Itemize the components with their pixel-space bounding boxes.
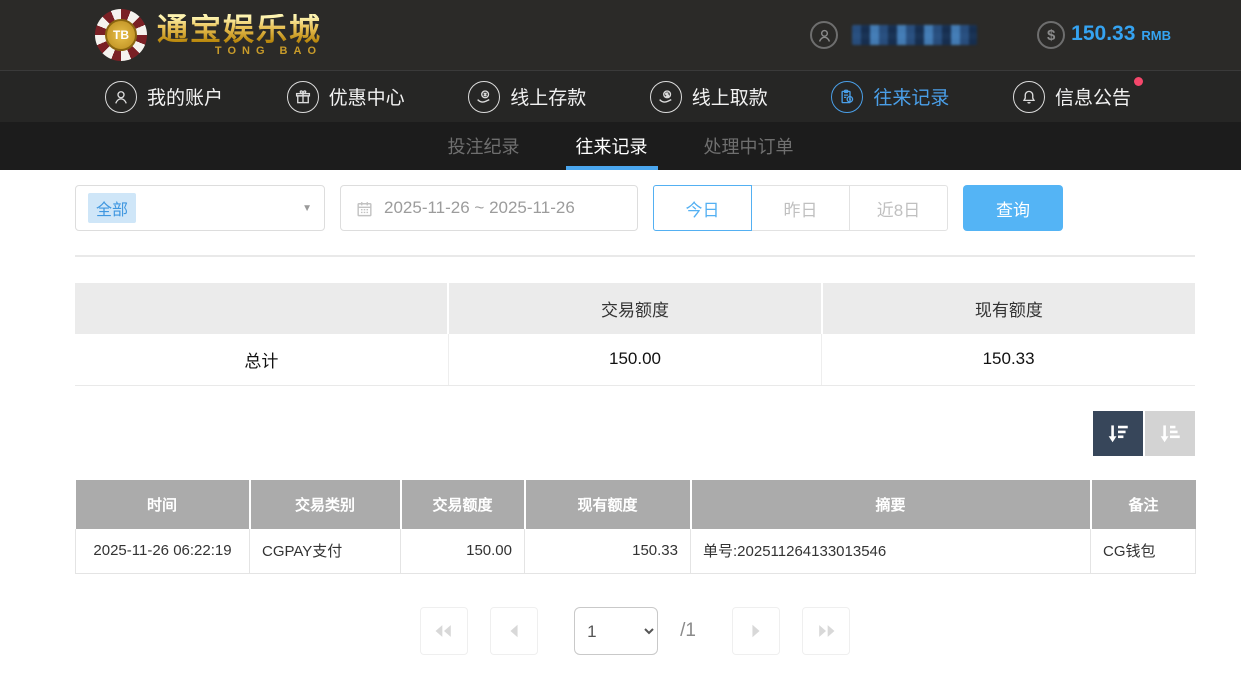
balance-amount: 150.33 bbox=[1071, 21, 1136, 45]
nav-label: 线上取款 bbox=[691, 88, 768, 109]
first-page-button[interactable] bbox=[420, 607, 469, 655]
col-current-balance: 现有额度 bbox=[524, 479, 692, 529]
today-button[interactable]: 今日 bbox=[653, 185, 752, 231]
tab-transaction-records[interactable]: 往来记录 bbox=[565, 122, 658, 170]
site-title: 通宝娱乐城 bbox=[157, 11, 322, 47]
tab-pending-orders[interactable]: 处理中订单 bbox=[700, 122, 798, 170]
tab-betting-records[interactable]: 投注纪录 bbox=[444, 122, 524, 170]
date-range-input[interactable]: 2025-11-26 ~ 2025-11-26 bbox=[340, 185, 638, 231]
bell-icon bbox=[1012, 80, 1045, 113]
summary-header-transaction-amount: 交易额度 bbox=[448, 283, 823, 334]
sort-ascending-button[interactable] bbox=[1145, 410, 1195, 456]
nav-label: 往来记录 bbox=[873, 88, 950, 109]
next-page-button[interactable] bbox=[731, 607, 780, 655]
withdraw-coin-icon bbox=[649, 80, 682, 113]
summary-current-balance: 150.33 bbox=[821, 334, 1195, 386]
content-area: 全部 ▼ 2025-11-26 ~ 2025-11-26 今日 昨日 近8日 查… bbox=[0, 170, 1241, 655]
nav-item-deposit[interactable]: 线上存款 bbox=[468, 80, 587, 113]
cell-transaction-amount: 150.00 bbox=[400, 528, 525, 574]
gift-icon bbox=[286, 80, 319, 113]
section-divider bbox=[75, 255, 1195, 257]
last-8-days-button[interactable]: 近8日 bbox=[849, 185, 948, 231]
records-clipboard-icon bbox=[831, 80, 864, 113]
summary-table: 交易额度 现有额度 总计 150.00 150.33 bbox=[75, 283, 1195, 386]
sub-tab-bar: 投注纪录 往来记录 处理中订单 bbox=[0, 122, 1241, 170]
calendar-icon bbox=[357, 201, 372, 216]
chevron-down-icon: ▼ bbox=[302, 202, 312, 214]
cell-time: 2025-11-26 06:22:19 bbox=[75, 528, 250, 574]
summary-transaction-amount: 150.00 bbox=[448, 334, 823, 386]
last-page-button[interactable] bbox=[801, 607, 850, 655]
records-table: 时间 交易类别 交易额度 现有额度 摘要 备注 2025-11-26 06:22… bbox=[75, 479, 1196, 574]
col-time: 时间 bbox=[75, 479, 251, 529]
deposit-coin-icon bbox=[468, 80, 501, 113]
balance[interactable]: $ 150.33 RMB bbox=[1037, 21, 1171, 49]
nav-item-my-account[interactable]: 我的账户 bbox=[105, 80, 224, 113]
yesterday-button[interactable]: 昨日 bbox=[751, 185, 850, 231]
pagination: 1 /1 bbox=[75, 607, 1195, 655]
summary-header-empty bbox=[75, 283, 450, 334]
double-chevron-right-icon bbox=[819, 625, 835, 637]
type-select[interactable]: 全部 ▼ bbox=[75, 185, 325, 231]
page-number-select[interactable]: 1 bbox=[574, 607, 659, 655]
table-row: 2025-11-26 06:22:19 CGPAY支付 150.00 150.3… bbox=[75, 528, 1196, 574]
col-transaction-amount: 交易额度 bbox=[400, 479, 526, 529]
previous-page-button[interactable] bbox=[490, 607, 539, 655]
cell-transaction-type: CGPAY支付 bbox=[249, 528, 401, 574]
sort-ascending-icon bbox=[1160, 425, 1180, 443]
quick-date-group: 今日 昨日 近8日 bbox=[653, 185, 948, 231]
summary-total-row: 总计 150.00 150.33 bbox=[75, 334, 1195, 386]
chevron-left-icon bbox=[510, 624, 518, 638]
summary-header-current-balance: 现有额度 bbox=[821, 283, 1195, 334]
nav-item-promotions[interactable]: 优惠中心 bbox=[286, 80, 405, 113]
sort-descending-button[interactable] bbox=[1093, 410, 1143, 456]
nav-item-transaction-records[interactable]: 往来记录 bbox=[831, 80, 950, 113]
type-select-value: 全部 bbox=[88, 193, 137, 223]
col-note: 备注 bbox=[1090, 479, 1196, 529]
chevron-right-icon bbox=[752, 624, 760, 638]
summary-total-label: 总计 bbox=[75, 334, 449, 386]
user-icon bbox=[105, 80, 137, 113]
site-subtitle: TONG BAO bbox=[214, 44, 322, 57]
main-navigation: 我的账户 优惠中心 线上存款 线上取款 往来记录 信息公告 bbox=[0, 70, 1241, 122]
cell-summary: 单号:202511264133013546 bbox=[690, 528, 1091, 574]
filter-row: 全部 ▼ 2025-11-26 ~ 2025-11-26 今日 昨日 近8日 查… bbox=[75, 185, 1195, 231]
double-chevron-left-icon bbox=[435, 625, 451, 637]
nav-label: 优惠中心 bbox=[328, 88, 405, 109]
records-header-row: 时间 交易类别 交易额度 现有额度 摘要 备注 bbox=[75, 479, 1196, 529]
nav-label: 信息公告 bbox=[1054, 88, 1131, 109]
casino-chip-icon: TB bbox=[95, 9, 147, 61]
notification-dot bbox=[1133, 76, 1143, 86]
nav-label: 我的账户 bbox=[147, 88, 224, 109]
coin-dollar-icon: $ bbox=[1037, 21, 1066, 49]
balance-currency: RMB bbox=[1141, 27, 1171, 43]
sort-controls bbox=[75, 410, 1195, 456]
col-transaction-type: 交易类别 bbox=[249, 479, 402, 529]
cell-note: CG钱包 bbox=[1090, 528, 1196, 574]
site-logo[interactable]: TB 通宝娱乐城 TONG BAO bbox=[95, 9, 322, 61]
search-button[interactable]: 查询 bbox=[963, 185, 1063, 231]
nav-item-announcements[interactable]: 信息公告 bbox=[1012, 76, 1143, 113]
nav-item-withdraw[interactable]: 线上取款 bbox=[649, 80, 768, 113]
username-redacted[interactable] bbox=[852, 25, 978, 45]
sort-descending-icon bbox=[1108, 425, 1128, 443]
chip-monogram: TB bbox=[105, 19, 137, 51]
col-summary: 摘要 bbox=[690, 479, 1092, 529]
total-pages-label: /1 bbox=[680, 620, 696, 641]
user-avatar-icon[interactable] bbox=[810, 21, 839, 49]
cell-current-balance: 150.33 bbox=[524, 528, 691, 574]
date-range-value: 2025-11-26 ~ 2025-11-26 bbox=[384, 198, 575, 217]
top-header: TB 通宝娱乐城 TONG BAO $ 150.33 RMB bbox=[0, 0, 1241, 70]
nav-label: 线上存款 bbox=[510, 88, 587, 109]
